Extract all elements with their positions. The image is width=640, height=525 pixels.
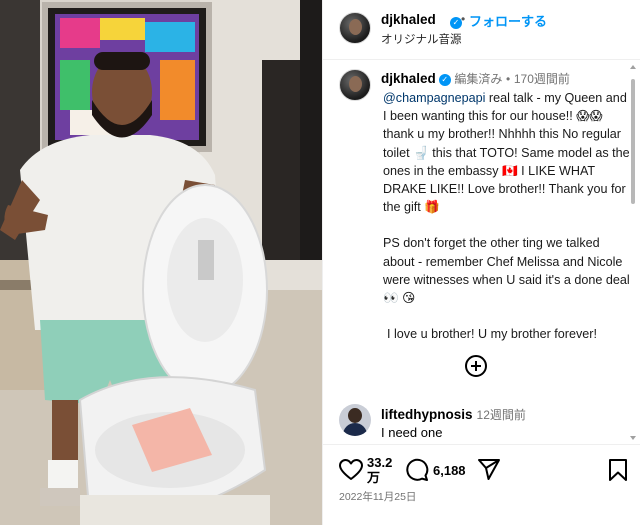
caption-username[interactable]: djkhaled: [381, 71, 436, 86]
post-photo: [0, 0, 322, 525]
caption-time[interactable]: 170週間前: [514, 72, 570, 86]
comment-icon[interactable]: [405, 458, 429, 482]
post-media[interactable]: [0, 0, 322, 525]
mention-link[interactable]: @champagnepapi: [383, 91, 485, 105]
heart-icon[interactable]: [339, 459, 363, 481]
audio-link[interactable]: オリジナル音源: [381, 31, 462, 47]
post-date[interactable]: 2022年11月25日: [339, 489, 416, 504]
scroll-thumb[interactable]: [631, 79, 635, 204]
comments-scrollbar[interactable]: [628, 61, 638, 444]
caption-paragraph-2: PS don't forget the other ting we talked…: [383, 236, 630, 306]
bookmark-icon[interactable]: [608, 459, 628, 481]
comments-area[interactable]: djkhaled ✓ 編集済み • 170週間前 @champagnepapi r…: [323, 61, 640, 444]
commenter-username[interactable]: liftedhypnosis: [381, 407, 473, 422]
separator-dot: •: [461, 12, 466, 26]
caption-text: @champagnepapi real talk - my Queen and …: [378, 89, 630, 361]
verified-icon: ✓: [438, 74, 451, 86]
post-header: djkhaled ✓ • フォローする オリジナル音源: [323, 0, 640, 60]
likes-count-unit: 万: [367, 470, 381, 485]
action-bar: 33.2 万 6,188 2022年11月25日: [323, 444, 640, 525]
caption-avatar[interactable]: [339, 69, 371, 101]
post-sidebar: djkhaled ✓ • フォローする オリジナル音源 djkhaled ✓ 編集…: [322, 0, 640, 525]
separator-dot: •: [506, 72, 511, 86]
caption-meta: djkhaled ✓ 編集済み • 170週間前: [381, 70, 570, 87]
author-avatar[interactable]: [339, 12, 371, 44]
comment-time[interactable]: 12週間前: [477, 408, 526, 422]
edited-label: 編集済み: [454, 72, 503, 86]
scroll-down-icon[interactable]: [630, 436, 636, 440]
plus-circle-icon[interactable]: [465, 355, 487, 377]
verified-badge: ✓: [447, 13, 462, 31]
commenter-avatar[interactable]: [339, 404, 371, 436]
caption-paragraph-3: I love u brother! U my brother forever!: [387, 327, 597, 342]
comments-count[interactable]: 6,188: [433, 463, 466, 478]
author-username[interactable]: djkhaled: [381, 12, 436, 27]
follow-button[interactable]: フォローする: [469, 11, 547, 30]
share-icon[interactable]: [477, 459, 501, 481]
likes-count-number: 33.2: [367, 455, 393, 470]
comment-header: liftedhypnosis 12週間前: [381, 406, 526, 423]
scroll-up-icon[interactable]: [630, 65, 636, 69]
caption-line: real talk - my Queen and I been wanting …: [383, 91, 630, 215]
likes-count[interactable]: 33.2 万: [367, 455, 392, 485]
comment-text: I need one: [381, 425, 443, 440]
